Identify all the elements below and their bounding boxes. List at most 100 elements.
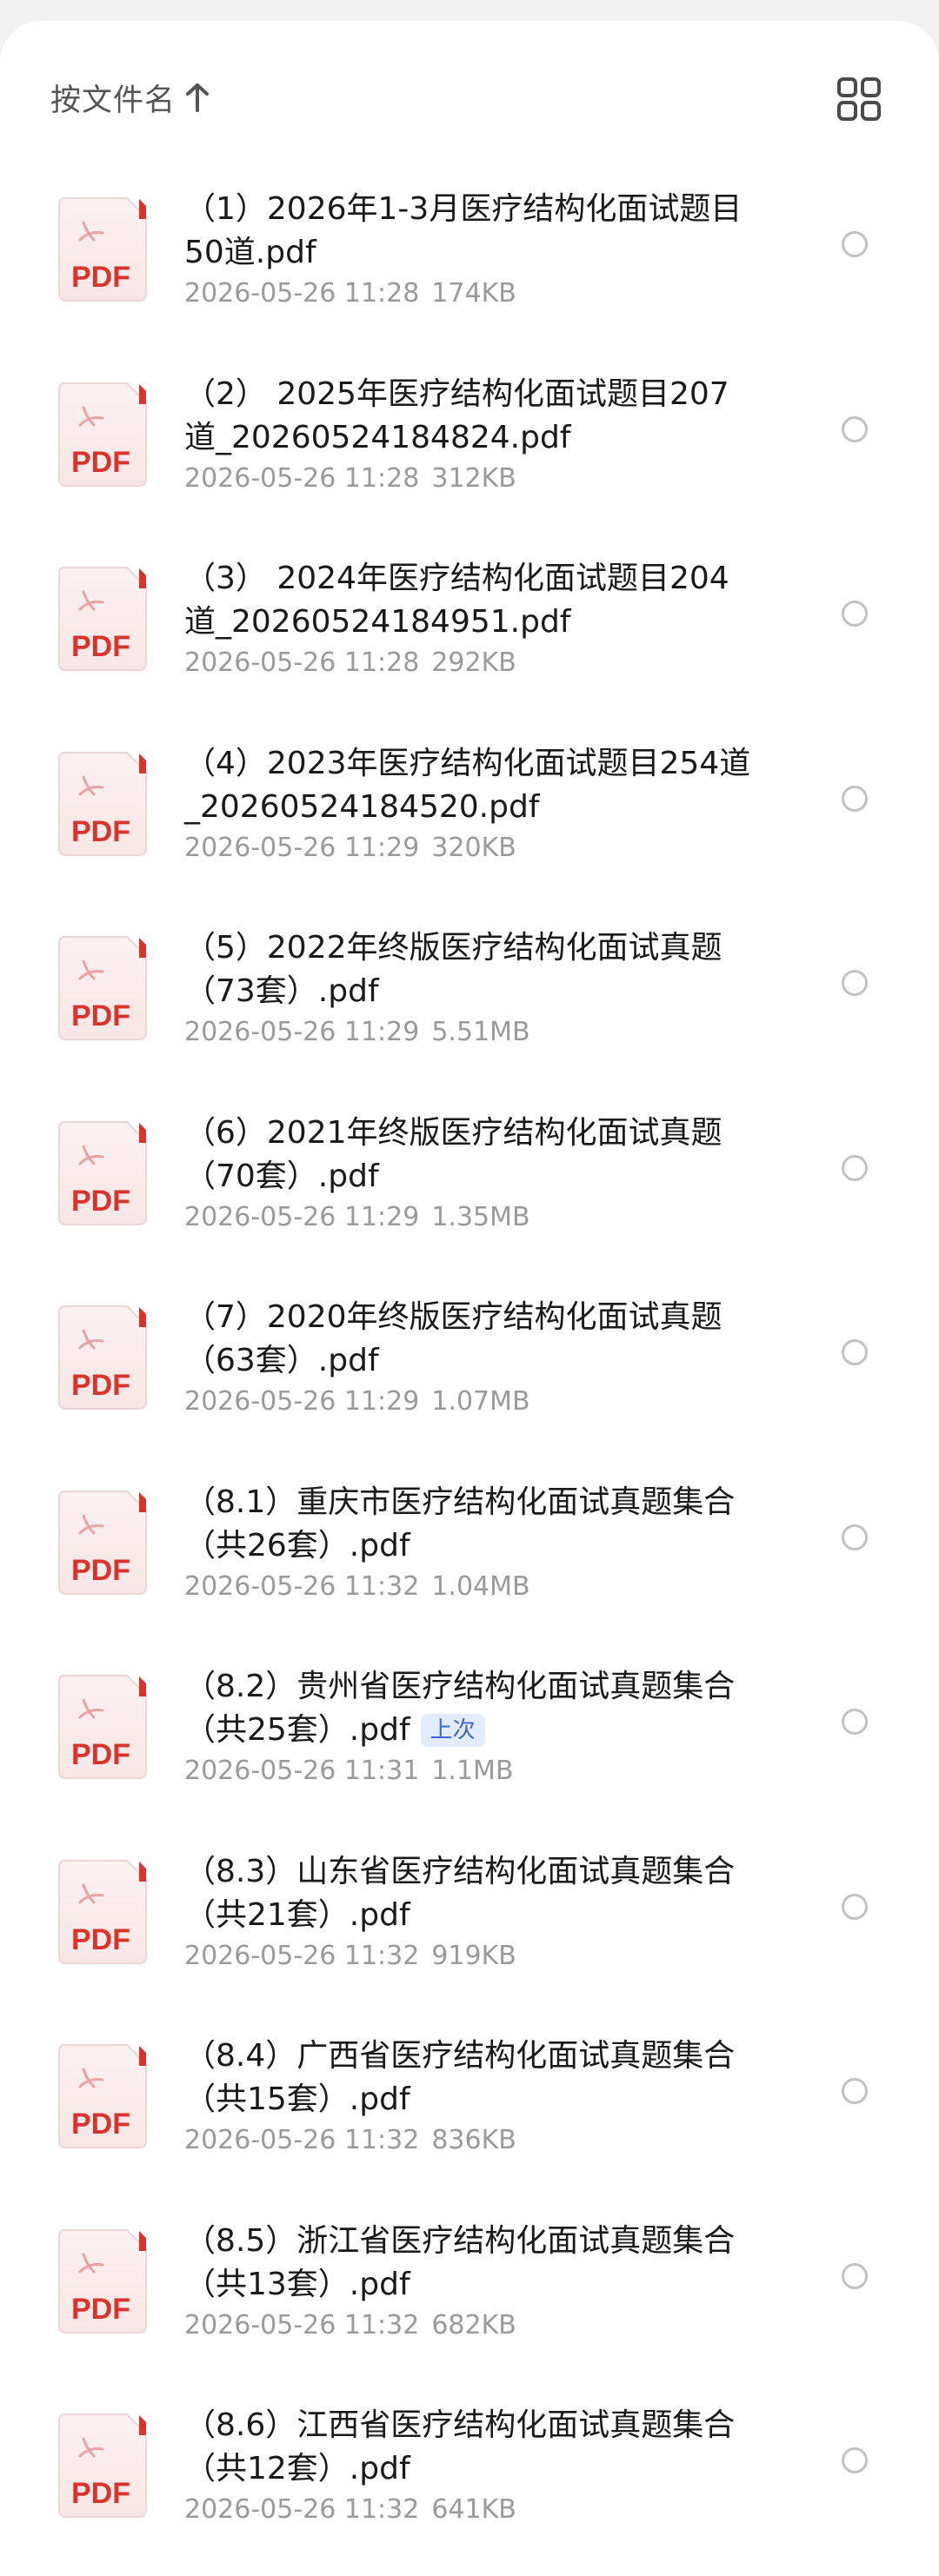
pdf-file-icon: PDF — [58, 197, 147, 302]
file-size: 641KB — [431, 2494, 516, 2525]
file-size: 292KB — [431, 647, 516, 678]
file-name: （8.2）贵州省医疗结构化面试真题集合（共25套）.pdf 上次 — [184, 1665, 758, 1752]
file-list-item[interactable]: PDF （6）2021年终版医疗结构化面试真题（70套）.pdf 2026-05… — [0, 1092, 939, 1278]
svg-text:PDF: PDF — [71, 2293, 130, 2326]
svg-text:PDF: PDF — [71, 446, 130, 479]
file-name: （5）2022年终版医疗结构化面试真题（73套）.pdf — [184, 926, 758, 1013]
svg-text:PDF: PDF — [71, 999, 130, 1032]
file-list-item[interactable]: PDF （8.4）广西省医疗结构化面试真题集合（共15套）.pdf 2026-0… — [0, 2015, 939, 2201]
svg-text:PDF: PDF — [71, 815, 130, 848]
grid-view-icon[interactable] — [836, 76, 882, 122]
file-list-item[interactable]: PDF （8.3）山东省医疗结构化面试真题集合（共21套）.pdf 2026-0… — [0, 1831, 939, 2016]
file-name-text: （8.5）浙江省医疗结构化面试真题集合（共13套）.pdf — [184, 2222, 736, 2302]
file-date: 2026-05-26 11:32 — [184, 2309, 420, 2340]
svg-text:PDF: PDF — [71, 1738, 130, 1771]
file-text-block: （1）2026年1-3月医疗结构化面试题目50道.pdf 2026-05-26 … — [184, 188, 758, 311]
pdf-file-icon: PDF — [58, 751, 147, 856]
file-text-block: （2） 2025年医疗结构化面试题目207道_20260524184824.pd… — [184, 373, 758, 496]
select-radio-button[interactable] — [842, 231, 868, 257]
file-name: （8.4）广西省医疗结构化面试真题集合（共15套）.pdf — [184, 2035, 758, 2121]
pdf-file-icon: PDF — [58, 2044, 147, 2148]
file-date: 2026-05-26 11:31 — [184, 1756, 420, 1786]
file-name: （4）2023年医疗结构化面试题目254道_20260524184520.pdf — [184, 742, 758, 829]
select-radio-button[interactable] — [842, 1339, 868, 1365]
select-radio-button[interactable] — [842, 2447, 868, 2473]
svg-text:PDF: PDF — [71, 2108, 130, 2141]
svg-text:PDF: PDF — [71, 630, 130, 663]
file-name: （8.3）山东省医疗结构化面试真题集合（共21套）.pdf — [184, 1850, 758, 1937]
file-date: 2026-05-26 11:28 — [184, 647, 420, 678]
pdf-file-icon: PDF — [58, 936, 147, 1040]
file-size: 1.04MB — [431, 1570, 530, 1602]
file-meta: 2026-05-26 11:29 1.07MB — [184, 1384, 758, 1419]
file-list-item[interactable]: PDF （7）2020年终版医疗结构化面试真题（63套）.pdf 2026-05… — [0, 1277, 939, 1462]
file-name: （8.1）重庆市医疗结构化面试真题集合（共26套）.pdf — [184, 1481, 758, 1568]
file-text-block: （3） 2024年医疗结构化面试题目204道_20260524184951.pd… — [184, 557, 758, 681]
file-name-text: （8.4）广西省医疗结构化面试真题集合（共15套）.pdf — [184, 2038, 736, 2117]
select-radio-button[interactable] — [842, 785, 868, 812]
file-text-block: （8.5）浙江省医疗结构化面试真题集合（共13套）.pdf 2026-05-26… — [184, 2220, 758, 2343]
file-list-item[interactable]: PDF （5）2022年终版医疗结构化面试真题（73套）.pdf 2026-05… — [0, 907, 939, 1092]
file-size: 682KB — [431, 2309, 516, 2340]
file-name-text: （8.3）山东省医疗结构化面试真题集合（共21套）.pdf — [184, 1853, 736, 1933]
pdf-file-icon: PDF — [58, 1490, 147, 1595]
file-text-block: （8.1）重庆市医疗结构化面试真题集合（共26套）.pdf 2026-05-26… — [184, 1481, 758, 1604]
pdf-file-icon: PDF — [58, 567, 147, 671]
file-date: 2026-05-26 11:29 — [184, 1386, 420, 1417]
select-radio-button[interactable] — [842, 970, 868, 996]
pdf-file-icon: PDF — [58, 1120, 147, 1225]
svg-text:PDF: PDF — [71, 1923, 130, 1956]
file-meta: 2026-05-26 11:32 682KB — [184, 2308, 758, 2343]
file-text-block: （4）2023年医疗结构化面试题目254道_20260524184520.pdf… — [184, 742, 758, 866]
select-radio-button[interactable] — [842, 1709, 868, 1735]
file-list-item[interactable]: PDF （8.2）贵州省医疗结构化面试真题集合（共25套）.pdf 上次 2026… — [0, 1646, 939, 1831]
file-list: PDF （1）2026年1-3月医疗结构化面试题目50道.pdf 2026-05… — [0, 169, 939, 2570]
select-radio-button[interactable] — [842, 415, 868, 442]
select-radio-button[interactable] — [842, 2078, 868, 2104]
file-list-item[interactable]: PDF （8.1）重庆市医疗结构化面试真题集合（共26套）.pdf 2026-0… — [0, 1462, 939, 1647]
file-list-sheet: 按文件名 PDF （1）2026年1-3月医疗结构化面试题目50道.pdf 20… — [0, 21, 939, 2576]
file-list-item[interactable]: PDF （4）2023年医疗结构化面试题目254道_20260524184520… — [0, 723, 939, 908]
file-meta: 2026-05-26 11:28 174KB — [184, 276, 758, 311]
svg-text:PDF: PDF — [71, 261, 130, 294]
file-name-text: （5）2022年终版医疗结构化面试真题（73套）.pdf — [184, 930, 723, 1009]
sort-by-name-button[interactable]: 按文件名 — [50, 71, 210, 123]
file-meta: 2026-05-26 11:29 5.51MB — [184, 1015, 758, 1050]
file-date: 2026-05-26 11:32 — [184, 2494, 420, 2525]
file-name-text: （1）2026年1-3月医疗结构化面试题目50道.pdf — [184, 191, 743, 270]
file-date: 2026-05-26 11:28 — [184, 278, 420, 309]
select-radio-button[interactable] — [842, 2262, 868, 2289]
file-text-block: （5）2022年终版医疗结构化面试真题（73套）.pdf 2026-05-26 … — [184, 926, 758, 1050]
select-radio-button[interactable] — [842, 1524, 868, 1550]
file-meta: 2026-05-26 11:32 641KB — [184, 2493, 758, 2527]
svg-text:PDF: PDF — [71, 2477, 130, 2510]
file-list-item[interactable]: PDF （2） 2025年医疗结构化面试题目207道_2026052418482… — [0, 354, 939, 539]
file-name-text: （8.1）重庆市医疗结构化面试真题集合（共26套）.pdf — [184, 1484, 736, 1564]
file-size: 1.07MB — [431, 1386, 530, 1417]
file-list-item[interactable]: PDF （3） 2024年医疗结构化面试题目204道_2026052418495… — [0, 538, 939, 723]
file-meta: 2026-05-26 11:29 1.35MB — [184, 1200, 758, 1235]
file-size: 320KB — [431, 832, 516, 863]
pdf-file-icon: PDF — [58, 1675, 147, 1779]
file-date: 2026-05-26 11:29 — [184, 832, 420, 863]
file-name: （6）2021年终版医疗结构化面试真题（70套）.pdf — [184, 1112, 758, 1198]
file-name: （7）2020年终版医疗结构化面试真题（63套）.pdf — [184, 1296, 758, 1383]
file-name: （1）2026年1-3月医疗结构化面试题目50道.pdf — [184, 188, 758, 275]
file-list-item[interactable]: PDF （8.6）江西省医疗结构化面试真题集合（共12套）.pdf 2026-0… — [0, 2385, 939, 2570]
select-radio-button[interactable] — [842, 1154, 868, 1181]
file-meta: 2026-05-26 11:32 836KB — [184, 2123, 758, 2158]
file-name-text: （7）2020年终版医疗结构化面试真题（63套）.pdf — [184, 1299, 723, 1378]
select-radio-button[interactable] — [842, 601, 868, 627]
svg-text:PDF: PDF — [71, 1369, 130, 1402]
file-list-item[interactable]: PDF （1）2026年1-3月医疗结构化面试题目50道.pdf 2026-05… — [0, 169, 939, 354]
file-date: 2026-05-26 11:28 — [184, 462, 420, 494]
file-text-block: （6）2021年终版医疗结构化面试真题（70套）.pdf 2026-05-26 … — [184, 1112, 758, 1235]
select-radio-button[interactable] — [842, 1893, 868, 1920]
file-date: 2026-05-26 11:32 — [184, 1570, 420, 1602]
file-text-block: （8.4）广西省医疗结构化面试真题集合（共15套）.pdf 2026-05-26… — [184, 2035, 758, 2158]
file-list-item[interactable]: PDF （8.5）浙江省医疗结构化面试真题集合（共13套）.pdf 2026-0… — [0, 2201, 939, 2386]
file-name-text: （2） 2025年医疗结构化面试题目207道_20260524184824.pd… — [184, 375, 729, 455]
file-name-text: （6）2021年终版医疗结构化面试真题（70套）.pdf — [184, 1114, 723, 1194]
svg-text:PDF: PDF — [71, 1185, 130, 1218]
file-date: 2026-05-26 11:32 — [184, 2125, 420, 2155]
